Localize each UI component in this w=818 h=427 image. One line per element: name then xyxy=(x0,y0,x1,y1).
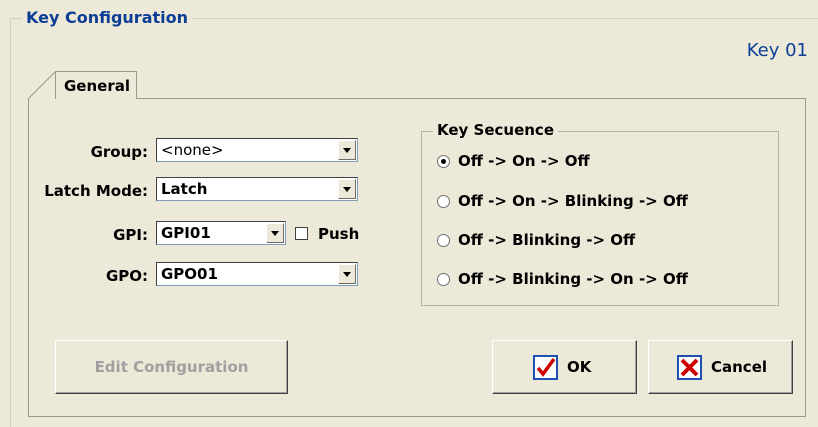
gpi-value: GPI01 xyxy=(161,224,211,242)
push-checkbox[interactable] xyxy=(295,227,308,240)
frame-left-line xyxy=(10,18,11,427)
tab-slant xyxy=(28,71,56,99)
ok-button[interactable]: OK xyxy=(492,340,637,394)
group-label: Group: xyxy=(90,143,148,161)
edit-configuration-button[interactable]: Edit Configuration xyxy=(55,340,288,394)
latch-mode-value: Latch xyxy=(161,180,208,198)
radio-option-3-label: Off -> Blinking -> Off xyxy=(458,231,636,249)
radio-option-2-label: Off -> On -> Blinking -> Off xyxy=(458,192,688,210)
radio-option-4[interactable] xyxy=(437,273,450,286)
window-title: Key Configuration xyxy=(22,8,192,27)
x-icon xyxy=(677,355,702,380)
key-id-label: Key 01 xyxy=(746,40,808,61)
latch-mode-label: Latch Mode: xyxy=(44,182,148,200)
tab-general[interactable]: General xyxy=(55,71,137,99)
edit-configuration-label: Edit Configuration xyxy=(94,358,249,376)
checkmark-icon xyxy=(533,355,558,380)
latch-mode-select[interactable]: Latch xyxy=(156,177,358,201)
gpo-label: GPO: xyxy=(105,267,148,285)
radio-option-2[interactable] xyxy=(437,195,450,208)
chevron-down-icon[interactable] xyxy=(338,264,356,284)
radio-option-1-label: Off -> On -> Off xyxy=(458,152,590,170)
chevron-down-icon[interactable] xyxy=(338,179,356,199)
push-label: Push xyxy=(318,225,360,243)
radio-option-3[interactable] xyxy=(437,234,450,247)
group-select[interactable]: <none> xyxy=(156,138,358,162)
key-sequence-title: Key Secuence xyxy=(433,121,558,139)
gpo-select[interactable]: GPO01 xyxy=(156,262,358,286)
cancel-label: Cancel xyxy=(711,358,768,376)
radio-option-1[interactable] xyxy=(437,155,450,168)
radio-option-4-label: Off -> Blinking -> On -> Off xyxy=(458,270,688,288)
ok-label: OK xyxy=(567,358,592,376)
chevron-down-icon[interactable] xyxy=(338,140,356,160)
chevron-down-icon[interactable] xyxy=(266,223,284,243)
group-value: <none> xyxy=(161,141,224,159)
cancel-button[interactable]: Cancel xyxy=(648,340,793,394)
tab-general-label: General xyxy=(64,77,130,95)
gpi-select[interactable]: GPI01 xyxy=(156,221,286,245)
gpi-label: GPI: xyxy=(113,226,148,244)
gpo-value: GPO01 xyxy=(161,265,218,283)
